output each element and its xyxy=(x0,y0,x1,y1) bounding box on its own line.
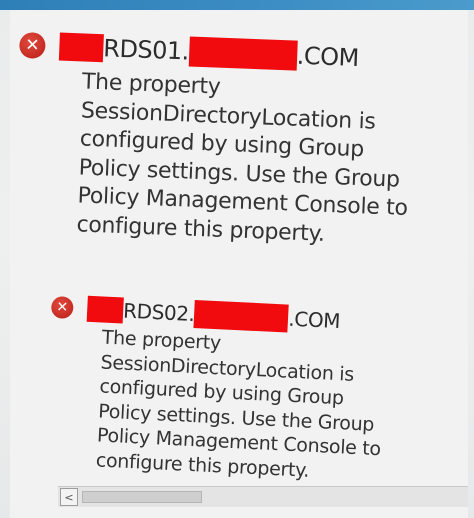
title-bar-accent xyxy=(0,0,474,10)
error-circle-icon: ✕ xyxy=(18,31,46,59)
screen: ✕ RDS01. .COM The property SessionDirect… xyxy=(0,0,474,518)
error-list-panel: ✕ RDS01. .COM The property SessionDirect… xyxy=(10,10,468,518)
error-message: The property SessionDirectoryLocation is… xyxy=(76,68,413,252)
server-domain-suffix: .COM xyxy=(287,306,341,334)
server-domain-suffix: .COM xyxy=(296,41,360,73)
error-circle-icon: ✕ xyxy=(50,295,74,320)
horizontal-scrollbar[interactable]: < xyxy=(58,486,468,507)
error-entry: ✕ RDS01. .COM The property SessionDirect… xyxy=(12,30,414,252)
server-name-part: RDS02. xyxy=(122,298,196,326)
error-message: The property SessionDirectoryLocation is… xyxy=(95,326,386,487)
redaction-block xyxy=(193,300,290,333)
error-header: ✕ RDS01. .COM xyxy=(18,30,414,75)
redaction-block xyxy=(58,32,104,63)
error-entry: ✕ RDS02. .COM The property SessionDirect… xyxy=(43,293,387,486)
scroll-left-button[interactable]: < xyxy=(60,488,78,506)
scrollbar-thumb[interactable] xyxy=(82,491,202,503)
redaction-block xyxy=(188,36,298,71)
server-name-part: RDS01. xyxy=(102,34,190,66)
redaction-block xyxy=(86,295,124,324)
